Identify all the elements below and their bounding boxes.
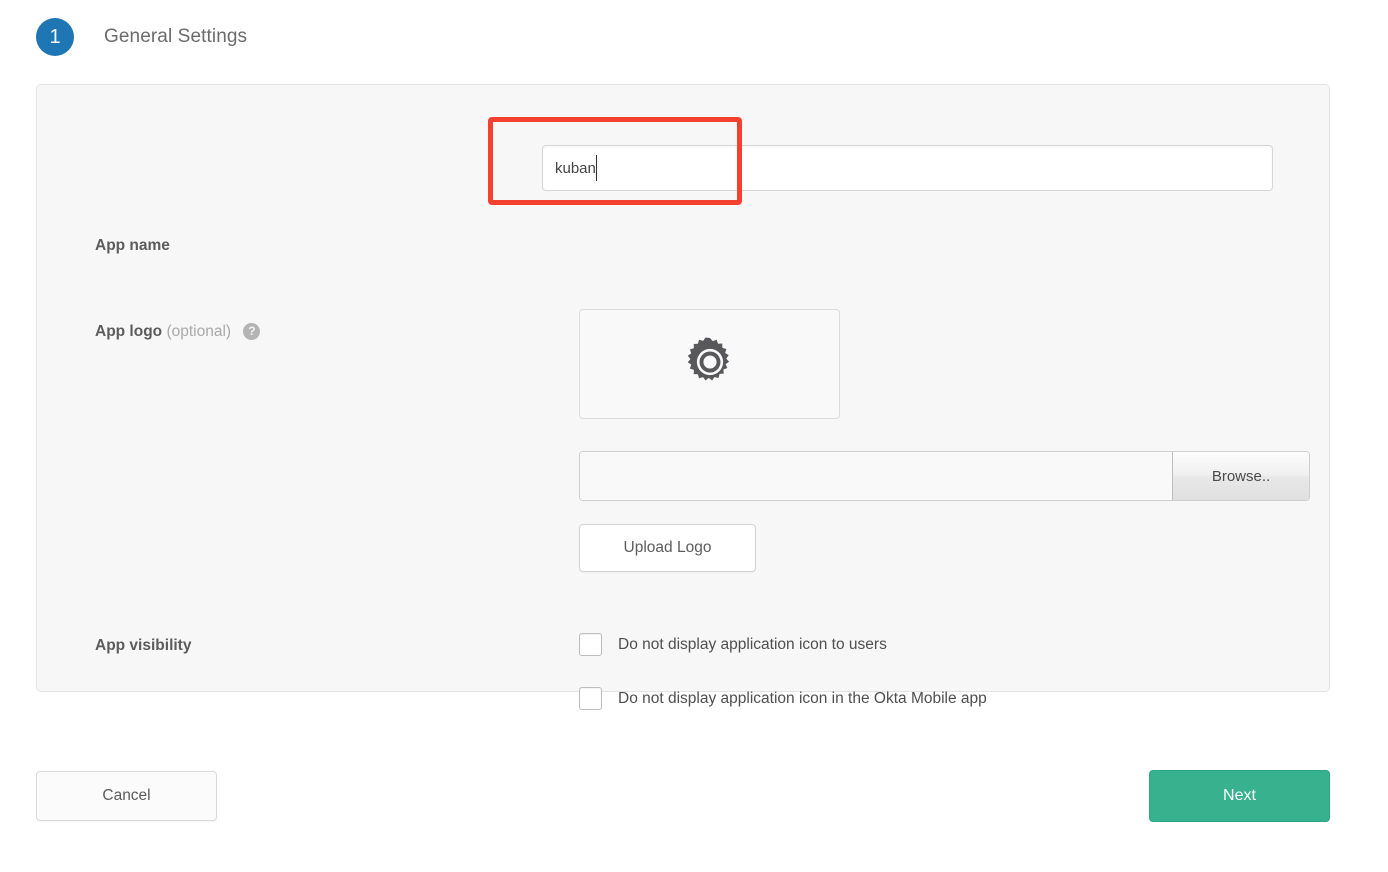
app-logo-label-text: App logo [95, 323, 162, 340]
next-button[interactable]: Next [1149, 770, 1330, 822]
app-logo-label: App logo (optional) ? [95, 323, 260, 341]
help-icon[interactable]: ? [243, 323, 260, 340]
logo-file-input-row[interactable]: Browse.. [579, 451, 1310, 501]
app-logo-label-row: App logo (optional) ? [95, 323, 260, 341]
checkbox-label-hide-from-okta-mobile: Do not display application icon in the O… [618, 690, 987, 708]
checkbox-hide-from-okta-mobile[interactable] [579, 687, 602, 710]
gear-icon [682, 334, 738, 395]
app-logo-preview-box[interactable] [579, 309, 840, 419]
text-cursor [596, 155, 597, 181]
step-number-badge: 1 [36, 18, 74, 56]
page-title: General Settings [104, 26, 247, 48]
checkbox-hide-from-users[interactable] [579, 633, 602, 656]
app-visibility-label-row: App visibility [95, 637, 191, 655]
checkbox-label-hide-from-users: Do not display application icon to users [618, 636, 887, 654]
logo-file-path-input[interactable] [580, 452, 1172, 500]
browse-button[interactable]: Browse.. [1172, 452, 1309, 500]
visibility-option-hide-from-okta-mobile[interactable]: Do not display application icon in the O… [579, 687, 987, 710]
app-logo-optional-text: (optional) [166, 323, 231, 340]
app-name-label: App name [95, 237, 170, 255]
step-header: 1 General Settings [36, 18, 247, 56]
app-name-label-row: App name [95, 237, 170, 255]
app-visibility-label: App visibility [95, 637, 191, 655]
visibility-option-hide-from-users[interactable]: Do not display application icon to users [579, 633, 887, 656]
cancel-button[interactable]: Cancel [36, 771, 217, 821]
upload-logo-button[interactable]: Upload Logo [579, 524, 756, 572]
app-name-input[interactable] [542, 145, 1273, 191]
